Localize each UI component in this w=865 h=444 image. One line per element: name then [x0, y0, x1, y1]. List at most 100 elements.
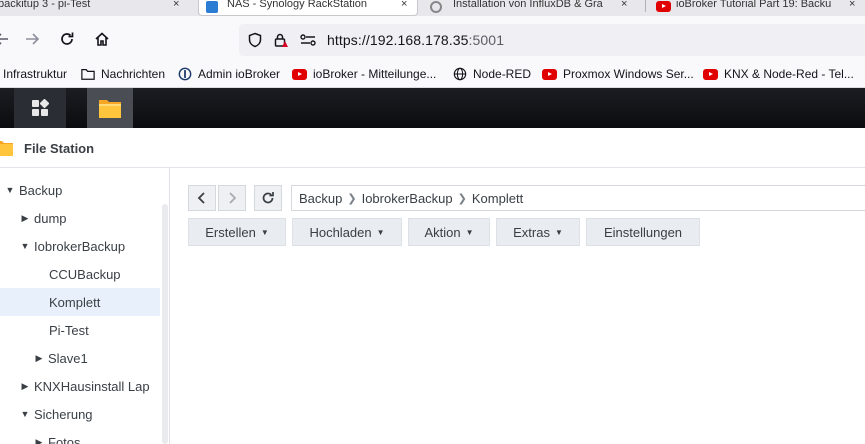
tab-title: backitup 3 - pi-Test [0, 0, 91, 10]
bookmark-node-red[interactable]: Node-RED [453, 67, 531, 81]
dsm-taskbar [0, 88, 865, 128]
folder-icon [81, 69, 95, 80]
caret-down-icon: ▼ [376, 227, 385, 237]
bookmark-label: KNX & Node-Red - Tel... [724, 67, 854, 81]
permissions-icon[interactable] [299, 32, 316, 48]
bookmark-infrastruktur[interactable]: Infrastruktur [3, 67, 67, 81]
tab-close-icon[interactable]: × [173, 0, 179, 10]
url-bar[interactable]: https://192.168.178.35:5001 [239, 24, 865, 56]
breadcrumb-item[interactable]: Komplett [472, 191, 523, 206]
sidebar-scrollbar[interactable] [162, 204, 168, 444]
grid-menu-icon [32, 99, 49, 116]
tree-item-knxhausinstall[interactable]: ▶ KNXHausinstall Lap [0, 372, 160, 400]
create-button[interactable]: Erstellen ▼ [188, 218, 286, 246]
tree-item-label: Sicherung [34, 406, 93, 422]
tab-close-icon[interactable]: × [621, 0, 627, 10]
url-text: https://192.168.178.35:5001 [327, 32, 504, 48]
tab-close-icon[interactable]: × [849, 0, 855, 10]
action-button[interactable]: Aktion ▼ [408, 218, 490, 246]
chevron-right-icon: ❯ [347, 192, 357, 205]
youtube-icon [542, 68, 557, 80]
youtube-icon [703, 68, 718, 80]
back-button[interactable] [188, 185, 216, 211]
bookmark-nachrichten[interactable]: Nachrichten [81, 67, 165, 81]
tree-item-pi-test[interactable]: Pi-Test [0, 316, 160, 344]
taskbar-file-station-button[interactable] [87, 88, 133, 128]
file-station-icon [0, 141, 13, 156]
tab-nas[interactable]: NAS - Synology RackStation × [198, 0, 418, 16]
back-arrow-icon[interactable] [0, 29, 12, 49]
bookmark-label: Admin ioBroker [198, 67, 281, 81]
bookmark-admin-iobroker[interactable]: Admin ioBroker [178, 67, 280, 81]
tree-item-label: Fotos [48, 434, 81, 444]
tree-item-label: Komplett [49, 294, 101, 310]
breadcrumb-item[interactable]: Backup [299, 191, 342, 206]
tree-item-komplett[interactable]: Komplett [0, 288, 160, 316]
browser-tab-strip: backitup 3 - pi-Test × NAS - Synology Ra… [0, 0, 865, 16]
caret-down-icon: ▼ [554, 227, 563, 237]
tree-item-sicherung[interactable]: ▼ Sicherung [0, 400, 160, 428]
tree-item-label: dump [34, 210, 67, 226]
caret-right-icon[interactable]: ▶ [34, 353, 44, 364]
tree-item-label: Backup [19, 182, 63, 198]
bookmark-knx-node-red[interactable]: KNX & Node-Red - Tel... [703, 67, 854, 81]
forward-button[interactable] [218, 185, 246, 211]
youtube-icon [292, 68, 307, 80]
tree-item-slave1[interactable]: ▶ Slave1 [0, 344, 160, 372]
tab-backitup[interactable]: backitup 3 - pi-Test × [0, 0, 192, 16]
iobroker-icon [178, 67, 192, 81]
extras-button[interactable]: Extras ▼ [496, 218, 580, 246]
caret-right-icon[interactable]: ▶ [20, 381, 30, 392]
breadcrumb-item[interactable]: IobrokerBackup [362, 191, 453, 206]
globe-icon [453, 67, 467, 81]
bookmark-label: Nachrichten [101, 67, 166, 81]
caret-right-icon[interactable]: ▶ [20, 213, 30, 224]
caret-down-icon: ▼ [465, 227, 474, 237]
tab-close-icon[interactable]: × [401, 0, 407, 10]
tab-title: NAS - Synology RackStation [227, 0, 368, 10]
extras-label: Extras [513, 224, 550, 240]
tree-item-backup[interactable]: ▼ Backup [0, 176, 160, 204]
breadcrumb[interactable]: Backup ❯ IobrokerBackup ❯ Komplett [291, 185, 865, 211]
youtube-favicon-icon [656, 1, 671, 12]
tab-iobroker-tutorial[interactable]: ioBroker Tutorial Part 19: Backu × [652, 0, 865, 16]
caret-down-icon[interactable]: ▼ [20, 241, 30, 251]
tree-item-label: CCUBackup [49, 266, 121, 282]
reload-icon[interactable] [57, 29, 77, 49]
chevron-right-icon: ❯ [457, 192, 467, 205]
bookmarks-bar: Infrastruktur Nachrichten Admin ioBroker… [0, 62, 865, 88]
tab-influxdb[interactable]: Installation von InfluxDB & Gra × [425, 0, 640, 16]
caret-down-icon[interactable]: ▼ [20, 409, 30, 419]
main-menu-button[interactable] [14, 88, 66, 128]
tree-item-ccubackup[interactable]: CCUBackup [0, 260, 160, 288]
caret-down-icon: ▼ [260, 227, 269, 237]
tree-item-label: Slave1 [48, 350, 88, 366]
upload-label: Hochladen [309, 224, 372, 240]
action-label: Aktion [424, 224, 461, 240]
url-port: :5001 [468, 32, 505, 48]
tree-item-dump[interactable]: ▶ dump [0, 204, 160, 232]
caret-down-icon[interactable]: ▼ [5, 185, 15, 195]
folder-tree-sidebar: ▼ Backup ▶ dump ▼ IobrokerBackup CCUBack… [0, 168, 170, 444]
tree-item-label: KNXHausinstall Lap [34, 378, 150, 394]
window-title: File Station [24, 141, 95, 156]
settings-button[interactable]: Einstellungen [586, 218, 700, 246]
create-label: Erstellen [205, 224, 256, 240]
forward-arrow-icon[interactable] [22, 29, 42, 49]
refresh-button[interactable] [254, 185, 282, 211]
shield-icon[interactable] [247, 32, 263, 48]
bookmark-label: Node-RED [473, 67, 532, 81]
influx-favicon-icon [430, 1, 442, 13]
refresh-icon [262, 192, 274, 204]
bookmark-proxmox[interactable]: Proxmox Windows Ser... [542, 67, 694, 81]
lock-warning-icon[interactable] [273, 32, 289, 48]
browser-nav-bar: https://192.168.178.35:5001 [0, 16, 865, 62]
home-icon[interactable] [92, 29, 112, 49]
bookmark-iobroker-mitteilungen[interactable]: ioBroker - Mitteilunge... [292, 67, 436, 81]
caret-right-icon[interactable]: ▶ [34, 437, 44, 444]
tab-separator [645, 0, 646, 12]
synology-favicon-icon [206, 1, 218, 13]
tree-item-fotos[interactable]: ▶ Fotos [0, 428, 160, 444]
tree-item-iobrokerbackup[interactable]: ▼ IobrokerBackup [0, 232, 160, 260]
upload-button[interactable]: Hochladen ▼ [292, 218, 402, 246]
